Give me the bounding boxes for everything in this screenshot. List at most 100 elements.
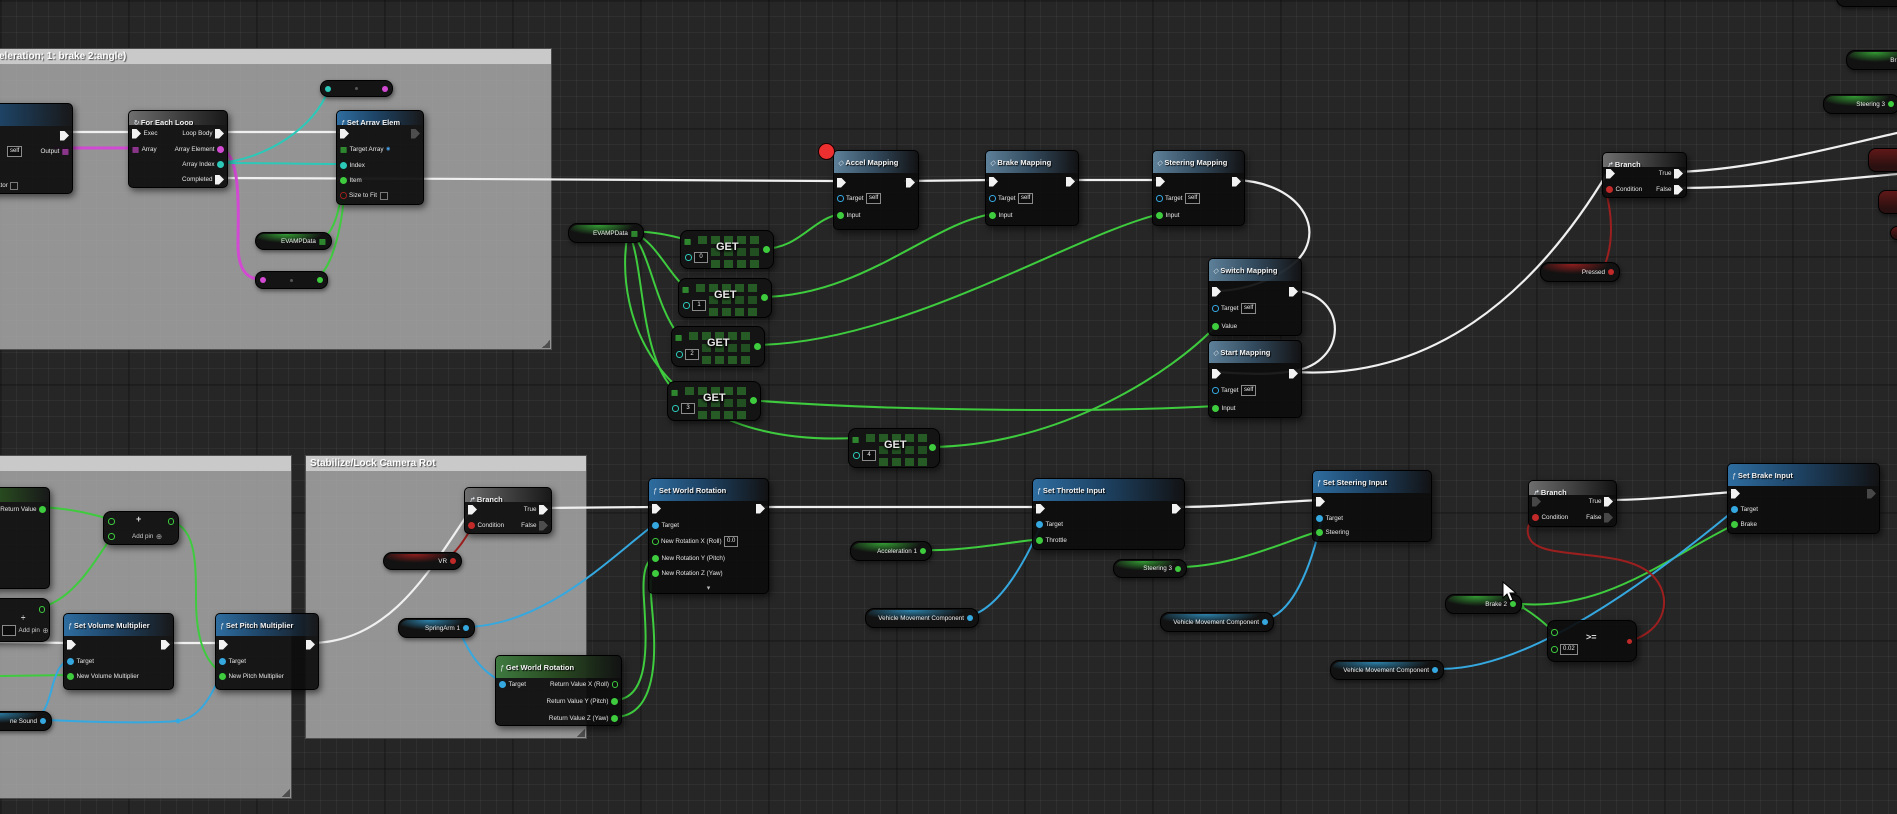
- float-pin[interactable]: [38, 606, 45, 613]
- object-pin[interactable]: [219, 658, 226, 665]
- object-pin[interactable]: [989, 195, 996, 202]
- variable-pill-acceleration1[interactable]: Acceleration 1: [850, 541, 932, 561]
- object-pin[interactable]: [1432, 667, 1438, 673]
- node-branch-right[interactable]: ↱ Branch True Condition False: [1528, 480, 1617, 527]
- index-value-box[interactable]: 0: [694, 252, 708, 263]
- int-pin[interactable]: [683, 302, 690, 309]
- checkbox[interactable]: [379, 191, 388, 200]
- self-value-box[interactable]: self: [1185, 193, 1201, 204]
- exec-out-true-pin[interactable]: [539, 504, 548, 515]
- variable-pill-evampdata[interactable]: EVAMPData ▦: [568, 223, 644, 243]
- float-pin[interactable]: [929, 444, 936, 451]
- node-accel-mapping[interactable]: ◇Accel MappingTarget is Chopper Pawn Tar…: [833, 150, 919, 230]
- node-brake-mapping[interactable]: ◇Brake MappingTarget is Chopper Pawn Tar…: [985, 150, 1079, 226]
- reroute-node[interactable]: [320, 80, 393, 97]
- float-pin[interactable]: [763, 246, 770, 253]
- divide-value-box[interactable]: [2, 625, 16, 636]
- object-pin[interactable]: [1262, 619, 1268, 625]
- variable-pill-springarm1[interactable]: SpringArm 1: [398, 618, 475, 638]
- node-array-get-1[interactable]: GET ▦ 1: [678, 278, 772, 318]
- wire-layer[interactable]: [0, 0, 1897, 814]
- exec-out-pin[interactable]: [906, 177, 915, 188]
- variable-pill-brake2-top[interactable]: Brake 2: [1846, 50, 1897, 70]
- array-pin[interactable]: [382, 85, 388, 92]
- exec-out-true-pin[interactable]: [1674, 168, 1683, 179]
- int-pin[interactable]: [217, 161, 224, 168]
- float-pin[interactable]: [219, 673, 226, 680]
- bool-pin[interactable]: [1606, 186, 1613, 193]
- variable-pill-vehicle-movement[interactable]: Vehicle Movement Component: [865, 608, 979, 628]
- node-array-get-2[interactable]: GET ▦ 2: [671, 326, 765, 367]
- float-pin[interactable]: [167, 518, 174, 525]
- node-branch-top[interactable]: ↱ Branch True Condition False: [1602, 152, 1687, 198]
- exec-out-pin[interactable]: [306, 639, 315, 650]
- object-pin[interactable]: [463, 625, 469, 631]
- float-pin[interactable]: [108, 518, 115, 525]
- int-pin[interactable]: [325, 85, 331, 92]
- self-value-box[interactable]: self: [1241, 385, 1257, 396]
- node-set-brake-input[interactable]: ƒSet Brake InputTarget is Chaos Vehicle …: [1727, 463, 1880, 534]
- float-pin[interactable]: [39, 506, 46, 513]
- float-pin[interactable]: [1212, 323, 1219, 330]
- exec-in-pin[interactable]: [989, 176, 998, 187]
- exec-out-pin[interactable]: [1172, 503, 1181, 514]
- float-pin[interactable]: [611, 698, 618, 705]
- variable-pill-pressed[interactable]: Pressed: [1540, 262, 1620, 282]
- object-pin[interactable]: [1212, 387, 1219, 394]
- float-pin[interactable]: [1036, 537, 1043, 544]
- array-pin[interactable]: ▦: [631, 229, 638, 237]
- float-pin[interactable]: [340, 177, 347, 184]
- self-value-box[interactable]: self: [7, 146, 23, 157]
- self-value-box[interactable]: self: [1018, 193, 1034, 204]
- bool-pin[interactable]: [340, 192, 347, 199]
- float-pin[interactable]: [754, 343, 761, 350]
- int-pin[interactable]: [853, 452, 860, 459]
- variable-pill-evampdata[interactable]: EVAMPData ▦: [255, 232, 332, 250]
- node-return-value[interactable]: Return Value: [0, 487, 50, 589]
- rotation-x-value-box[interactable]: 0.0: [724, 536, 739, 547]
- object-pin[interactable]: [40, 718, 46, 724]
- variable-pill-steering3-top[interactable]: Steering 3: [1823, 94, 1897, 114]
- checkbox[interactable]: [10, 181, 19, 190]
- node-set-world-rotation[interactable]: ƒSet World RotationTarget is Scene Compo…: [648, 478, 769, 594]
- index-value-box[interactable]: 4: [862, 450, 876, 461]
- array-pin[interactable]: ▦: [132, 146, 139, 154]
- object-pin[interactable]: [652, 522, 659, 529]
- float-pin[interactable]: [837, 212, 844, 219]
- node-for-each-loop[interactable]: ↻ For Each Loop Exec Loop Body ▦ Array Arr…: [128, 110, 228, 188]
- index-value-box[interactable]: 3: [681, 403, 695, 414]
- partial-node[interactable]: [1890, 226, 1897, 240]
- float-pin[interactable]: [611, 715, 618, 722]
- float-pin[interactable]: [1888, 101, 1894, 107]
- float-pin[interactable]: [611, 681, 618, 688]
- float-pin[interactable]: [67, 673, 74, 680]
- index-value-box[interactable]: 1: [692, 300, 706, 311]
- object-pin[interactable]: [967, 615, 973, 621]
- exec-in-pin[interactable]: [132, 128, 141, 139]
- float-pin[interactable]: [652, 555, 659, 562]
- float-pin[interactable]: [217, 146, 224, 153]
- object-pin[interactable]: [1731, 506, 1738, 513]
- float-pin[interactable]: [1731, 521, 1738, 528]
- bool-pin[interactable]: [1608, 269, 1614, 275]
- exec-out-true-pin[interactable]: [1604, 496, 1613, 507]
- variable-pill-vr[interactable]: VR: [383, 552, 462, 570]
- node-switch-mapping[interactable]: ◇Switch MappingTarget is Chopper Pawn Ta…: [1208, 258, 1302, 336]
- node-branch-camera[interactable]: ↱ Branch True Condition False: [464, 487, 552, 534]
- node-array-get-4[interactable]: GET ▦ 4: [848, 428, 940, 468]
- exec-out-pin[interactable]: [1289, 368, 1298, 379]
- self-value-box[interactable]: self: [1241, 303, 1257, 314]
- variable-pill-acceleration1-top[interactable]: Acceleration 1: [1836, 0, 1897, 7]
- exec-in-pin[interactable]: [219, 639, 228, 650]
- exec-out-pin[interactable]: [756, 503, 765, 514]
- exec-out-pin[interactable]: [215, 128, 224, 139]
- variable-pill-steering3[interactable]: Steering 3: [1113, 559, 1187, 578]
- array-pin[interactable]: ▦: [671, 389, 678, 397]
- node-steering-mapping[interactable]: ◇Steering MappingTarget is Chopper Pawn …: [1152, 150, 1245, 226]
- exec-out-pin[interactable]: [1066, 176, 1075, 187]
- exec-in-pin[interactable]: [1212, 286, 1221, 297]
- exec-in-pin[interactable]: [1036, 503, 1045, 514]
- node-add[interactable]: + Add pin ⊕: [103, 511, 179, 545]
- array-pin[interactable]: ▦: [852, 436, 859, 444]
- node-set-volume-multiplier[interactable]: ƒSet Volume MultiplierTarget is Audio Co…: [63, 613, 174, 690]
